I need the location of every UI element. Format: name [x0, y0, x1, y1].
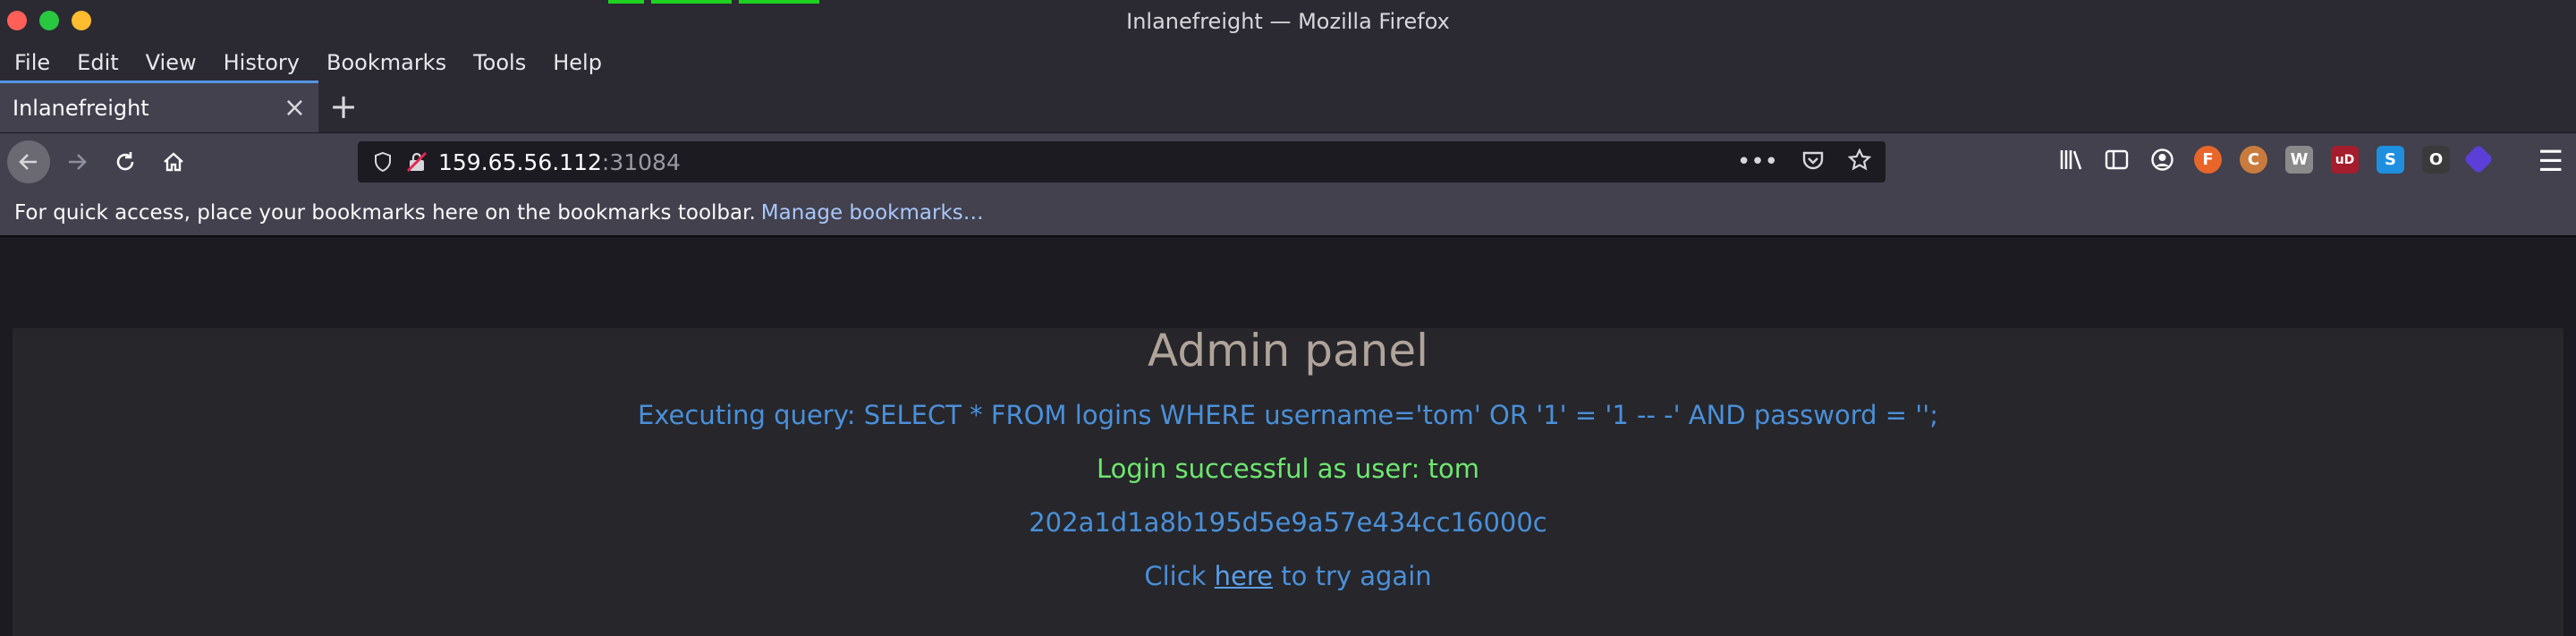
page-actions-icon[interactable]: ••• [1737, 148, 1778, 175]
url-bar-actions: ••• [1737, 148, 1871, 175]
home-icon [164, 152, 183, 172]
forward-button[interactable] [55, 140, 98, 183]
browser-chrome: Inlanefreight — Mozilla Firefox File Edi… [0, 0, 2576, 237]
url-bar[interactable]: 159.65.56.112:31084 ••• [358, 141, 1885, 182]
owl-extension-icon[interactable]: O [2422, 146, 2450, 174]
cookie-extension-icon[interactable]: C [2240, 146, 2267, 174]
bookmarks-toolbar: For quick access, place your bookmarks h… [0, 191, 2576, 237]
shield-icon[interactable] [372, 151, 394, 173]
window-title: Inlanefreight — Mozilla Firefox [1126, 9, 1450, 34]
menu-edit[interactable]: Edit [77, 50, 118, 75]
retry-line: Click here to try again [13, 561, 2563, 591]
page-content: Admin panel Executing query: SELECT * FR… [0, 237, 2576, 636]
tab-close-icon[interactable]: × [284, 92, 306, 123]
reload-button[interactable] [104, 140, 147, 183]
toolbar-extensions: F C W uD S O [2057, 144, 2494, 174]
bookmark-star-icon[interactable] [1848, 148, 1871, 172]
reload-icon [116, 152, 134, 171]
ublock-origin-icon[interactable]: uD [2331, 146, 2359, 174]
desktop-bar-fragment [608, 0, 819, 4]
insecure-lock-icon[interactable] [406, 151, 428, 173]
home-button[interactable] [152, 140, 195, 183]
arrow-right-icon [69, 154, 87, 170]
url-port: :31084 [601, 148, 681, 175]
back-button[interactable] [7, 140, 50, 183]
navigation-toolbar: 159.65.56.112:31084 ••• F C W uD S O ☰ [0, 132, 2576, 191]
pocket-icon[interactable] [1801, 148, 1825, 172]
menu-view[interactable]: View [146, 50, 197, 75]
admin-panel: Admin panel Executing query: SELECT * FR… [13, 325, 2563, 636]
library-icon[interactable] [2057, 146, 2085, 174]
s-extension-icon[interactable]: S [2377, 146, 2404, 174]
tab-inlanefreight[interactable]: Inlanefreight × [0, 81, 318, 132]
menu-tools[interactable]: Tools [473, 50, 526, 75]
tab-strip: Inlanefreight × + [0, 81, 2576, 132]
login-success-text: Login successful as user: tom [1097, 454, 1479, 484]
foxyproxy-extension-icon[interactable]: F [2194, 146, 2222, 174]
retry-link[interactable]: here [1215, 561, 1273, 591]
menu-bookmarks[interactable]: Bookmarks [326, 50, 446, 75]
bookmarks-hint-text: For quick access, place your bookmarks h… [14, 201, 756, 225]
menu-bar: File Edit View History Bookmarks Tools H… [0, 45, 2576, 81]
menu-file[interactable]: File [14, 50, 50, 75]
wappalyzer-extension-icon[interactable]: W [2285, 146, 2313, 174]
purple-extension-icon[interactable] [2463, 144, 2494, 174]
query-text: Executing query: SELECT * FROM logins WH… [637, 400, 1939, 430]
sidebar-icon[interactable] [2103, 146, 2131, 174]
menu-history[interactable]: History [224, 50, 300, 75]
account-icon[interactable] [2148, 146, 2176, 174]
new-tab-button[interactable]: + [318, 81, 369, 132]
arrow-left-icon [19, 154, 37, 170]
title-bar: Inlanefreight — Mozilla Firefox [0, 0, 2576, 45]
retry-suffix: to try again [1281, 561, 1432, 591]
retry-prefix: Click [1144, 561, 1207, 591]
url-host: 159.65.56.112 [438, 148, 602, 175]
manage-bookmarks-link[interactable]: Manage bookmarks… [761, 201, 984, 225]
tab-label: Inlanefreight [13, 95, 149, 121]
page-title: Admin panel [1148, 325, 1428, 377]
hash-value: 202a1d1a8b195d5e9a57e434cc16000c [1029, 507, 1547, 538]
menu-help[interactable]: Help [553, 50, 602, 75]
hamburger-menu-icon[interactable]: ☰ [2538, 144, 2563, 178]
